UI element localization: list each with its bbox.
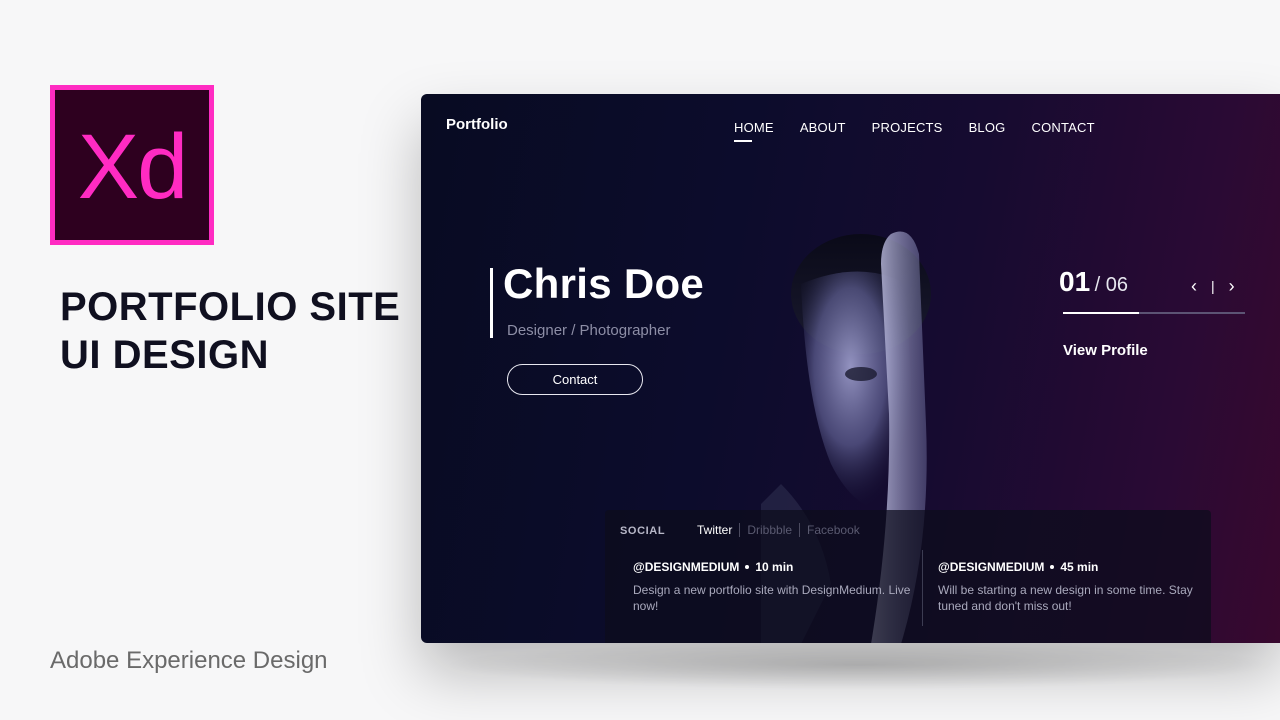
nav-blog[interactable]: BLOG [969,120,1006,135]
promo-title-line-1: PORTFOLIO SITE [60,285,401,329]
nav-home[interactable]: HOME [734,120,774,142]
slide-total: / 06 [1094,274,1128,296]
post-text: Will be starting a new design in some ti… [938,583,1193,613]
slider-progress-fill [1063,312,1140,314]
post-divider [922,550,923,626]
hero-name: Chris Doe [503,260,705,307]
nav-projects[interactable]: PROJECTS [872,120,943,135]
promo-title: PORTFOLIO SITE UI DESIGN [60,283,400,379]
adobe-xd-logo: Xd [50,85,214,245]
website-mockup: Portfolio HOME ABOUT PROJECTS BLOG CONTA… [421,94,1280,643]
post-header: @DESIGNMEDIUM 10 min [633,560,918,574]
dot-separator-icon [1050,565,1055,569]
logo-text: Xd [77,116,189,218]
view-profile-link[interactable]: View Profile [1063,342,1148,359]
promo-title-line-2: UI DESIGN [60,333,269,377]
slider-arrows: ‹ | › [1191,277,1235,295]
social-post: @DESIGNMEDIUM 45 min Will be starting a … [938,560,1223,614]
hero-role: Designer / Photographer [507,322,671,339]
post-time: 10 min [755,560,794,574]
window-shadow [440,640,1280,690]
social-tabs: Twitter Dribbble Facebook [697,523,867,537]
tab-dribbble[interactable]: Dribbble [739,523,799,537]
nav-about[interactable]: ABOUT [800,120,846,135]
slider-progress [1063,312,1245,314]
social-post: @DESIGNMEDIUM 10 min Design a new portfo… [633,560,918,614]
contact-button[interactable]: Contact [507,364,643,395]
post-time: 45 min [1060,560,1099,574]
brand-logo[interactable]: Portfolio [446,116,508,133]
tab-twitter[interactable]: Twitter [697,523,739,537]
tab-facebook[interactable]: Facebook [799,523,867,537]
separator-bar-icon: | [1211,278,1215,294]
hero-accent-bar [490,268,493,338]
post-handle[interactable]: @DESIGNMEDIUM [633,560,739,574]
social-label: SOCIAL [620,525,666,537]
main-nav: HOME ABOUT PROJECTS BLOG CONTACT [734,120,1095,142]
post-header: @DESIGNMEDIUM 45 min [938,560,1223,574]
slide-current: 01 [1059,266,1091,297]
promo-footer: Adobe Experience Design [50,647,328,674]
post-handle[interactable]: @DESIGNMEDIUM [938,560,1044,574]
dot-separator-icon [745,565,750,569]
chevron-left-icon[interactable]: ‹ [1191,277,1197,295]
post-text: Design a new portfolio site with DesignM… [633,583,911,613]
chevron-right-icon[interactable]: › [1229,277,1235,295]
nav-contact[interactable]: CONTACT [1032,120,1095,135]
social-feed-panel: SOCIAL Twitter Dribbble Facebook @DESIGN… [605,510,1211,643]
slide-counter: 01 / 06 [1059,266,1128,298]
